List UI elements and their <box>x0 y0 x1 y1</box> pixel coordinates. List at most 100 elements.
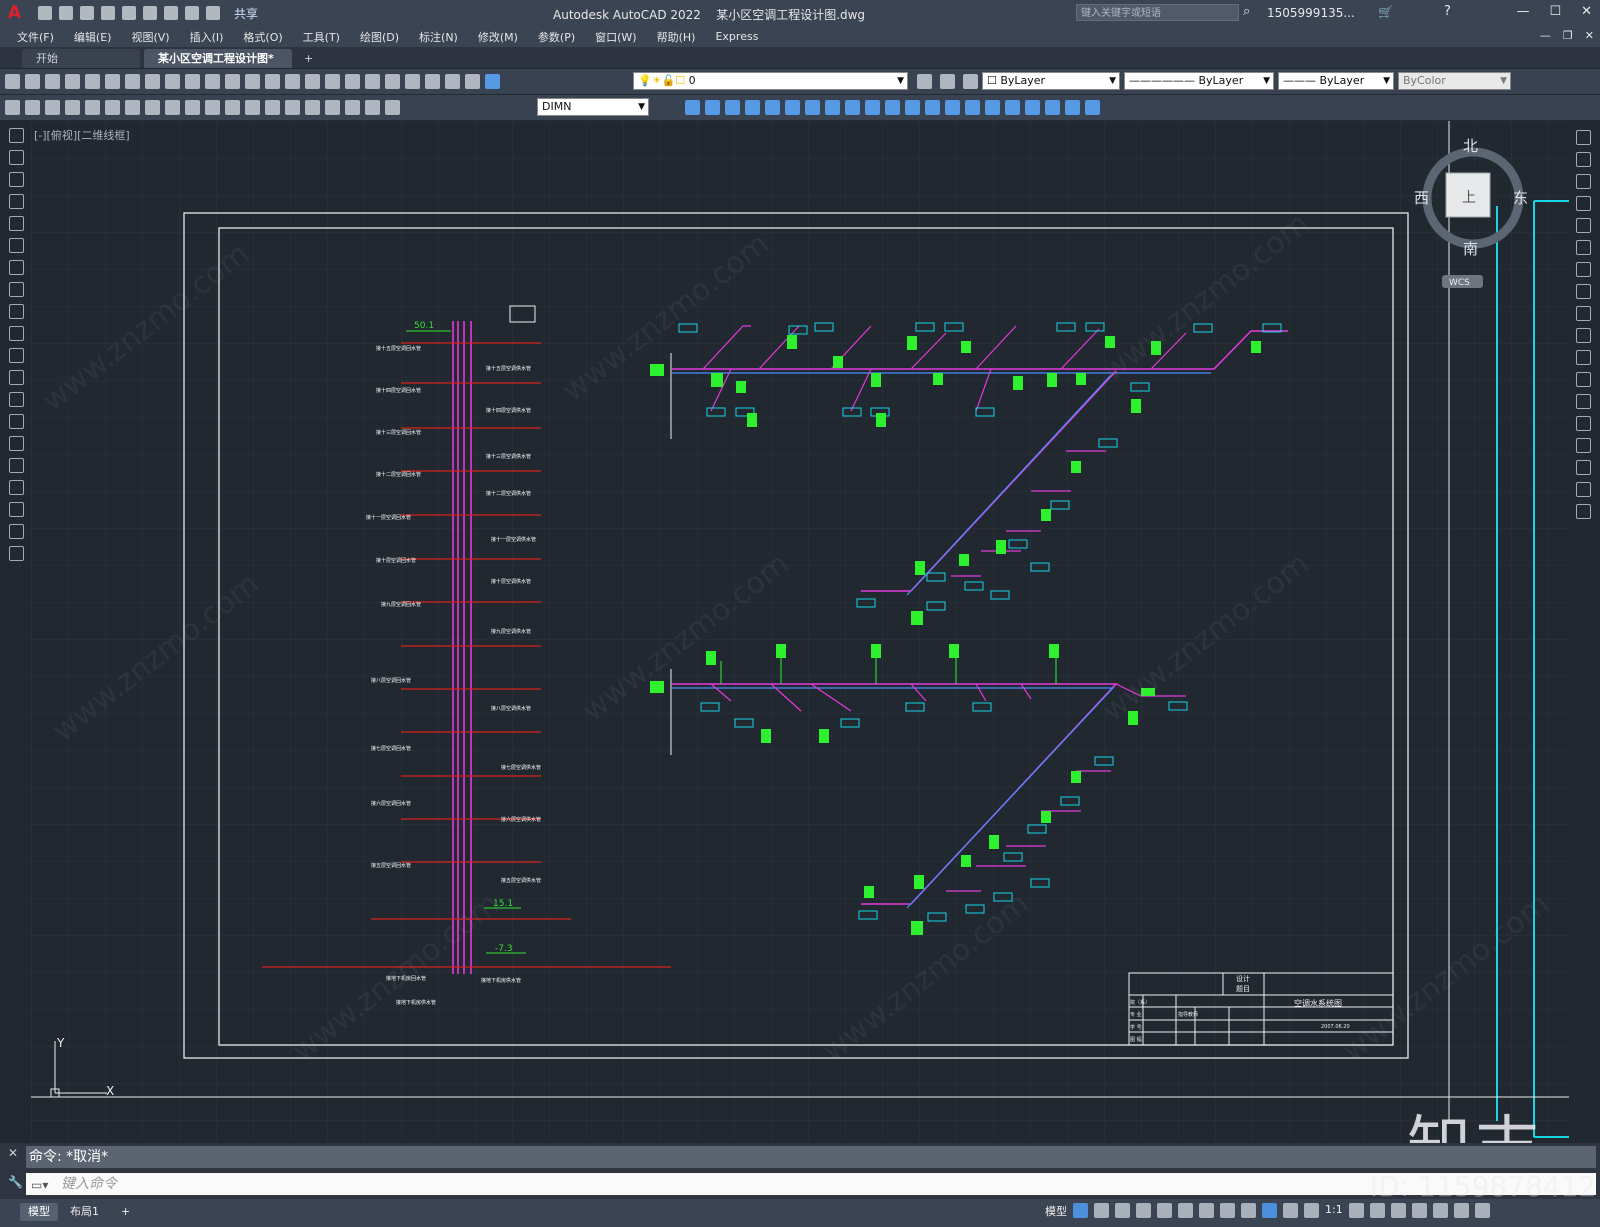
properties-icon[interactable] <box>345 74 360 89</box>
cut-icon[interactable] <box>125 74 140 89</box>
table-icon[interactable] <box>8 502 24 517</box>
command-close-icon[interactable]: ✕ <box>8 1146 18 1160</box>
polygon-icon[interactable] <box>8 194 24 209</box>
region-icon[interactable] <box>8 480 24 495</box>
quick-properties-icon[interactable] <box>1411 1203 1427 1218</box>
join-icon[interactable] <box>925 100 940 115</box>
menu-view[interactable]: 视图(V) <box>131 29 169 45</box>
menu-modify[interactable]: 修改(M) <box>478 29 518 45</box>
dim-text-edit-icon[interactable] <box>365 100 380 115</box>
line-icon[interactable] <box>8 128 24 143</box>
linetype-dropdown[interactable]: —————— ByLayer ▼ <box>1124 72 1274 90</box>
ellipse-icon[interactable] <box>8 326 24 341</box>
center-mark-icon[interactable] <box>285 100 300 115</box>
doc-minimize-icon[interactable]: — <box>1540 29 1551 42</box>
stretch-side-icon[interactable] <box>1575 306 1591 321</box>
image-clip-icon[interactable] <box>1085 100 1100 115</box>
dimstyle-dropdown[interactable]: DIMN ▼ <box>537 98 649 116</box>
viewcube-north[interactable]: 北 <box>1463 137 1478 155</box>
help-tool-icon[interactable] <box>465 74 480 89</box>
share-button[interactable]: 共享 <box>234 5 258 22</box>
dim-jogged-icon[interactable] <box>105 100 120 115</box>
rotate-icon[interactable] <box>805 100 820 115</box>
otrack-icon[interactable] <box>1178 1203 1193 1218</box>
customization-menu-icon[interactable] <box>1474 1203 1490 1218</box>
move-icon[interactable] <box>785 100 800 115</box>
add-layout-button[interactable]: + <box>113 1203 138 1221</box>
scale-icon[interactable] <box>825 100 840 115</box>
draworder-icon[interactable] <box>1005 100 1020 115</box>
mtext-icon[interactable] <box>8 524 24 539</box>
chamfer-icon[interactable] <box>945 100 960 115</box>
block-editor-icon[interactable] <box>205 74 220 89</box>
annotation-visibility-icon[interactable] <box>1262 1203 1277 1218</box>
break-icon[interactable] <box>905 100 920 115</box>
menu-insert[interactable]: 插入(I) <box>190 29 224 45</box>
add-selected-icon[interactable] <box>8 546 24 561</box>
command-input[interactable]: 键入命令 <box>26 1173 1596 1195</box>
dim-continue-icon[interactable] <box>205 100 220 115</box>
print-icon[interactable] <box>143 6 157 20</box>
hatch-icon[interactable] <box>8 436 24 451</box>
dim-radius-icon[interactable] <box>85 100 100 115</box>
break-side-icon[interactable] <box>1575 394 1591 409</box>
dim-space-icon[interactable] <box>225 100 240 115</box>
doc-close-icon[interactable]: ✕ <box>1585 29 1594 42</box>
gradient-icon[interactable] <box>8 458 24 473</box>
menu-edit[interactable]: 编辑(E) <box>74 29 112 45</box>
zoom-window-icon[interactable] <box>305 74 320 89</box>
snap-icon[interactable] <box>1094 1203 1109 1218</box>
help-icon[interactable]: ? <box>1444 4 1451 19</box>
menu-express[interactable]: Express <box>715 30 758 43</box>
annotation-scale-icon[interactable] <box>1304 1203 1319 1218</box>
circle-icon[interactable] <box>8 260 24 275</box>
erase-icon[interactable] <box>685 100 700 115</box>
dim-update-icon[interactable] <box>385 100 400 115</box>
fillet-icon[interactable] <box>965 100 980 115</box>
make-current-layer-icon[interactable] <box>917 74 932 89</box>
units-icon[interactable] <box>1390 1203 1406 1218</box>
copy-object-icon[interactable] <box>705 100 720 115</box>
menu-format[interactable]: 格式(O) <box>243 29 282 45</box>
offset-side-icon[interactable] <box>1575 196 1591 211</box>
drawing-viewport[interactable]: 50.1 15.1 -7.3 接十五层空调回水管 接十五层空调供水管 接十四层空… <box>31 121 1569 1141</box>
customize-qa-icon[interactable] <box>206 6 220 20</box>
menu-dimension[interactable]: 标注(N) <box>419 29 458 45</box>
rectangle-icon[interactable] <box>8 216 24 231</box>
new-tab-button[interactable]: + <box>296 49 321 68</box>
match-properties-icon[interactable] <box>185 74 200 89</box>
redo-tool-icon[interactable] <box>245 74 260 89</box>
move-side-icon[interactable] <box>1575 240 1591 255</box>
trim-icon[interactable] <box>865 100 880 115</box>
lineweight-icon[interactable] <box>1220 1203 1235 1218</box>
grid-icon[interactable] <box>1073 1203 1088 1218</box>
polyline-icon[interactable] <box>8 172 24 187</box>
dim-arc-icon[interactable] <box>45 100 60 115</box>
dim-baseline-icon[interactable] <box>185 100 200 115</box>
dim-linear-icon[interactable] <box>5 100 20 115</box>
osnap-icon[interactable] <box>1199 1203 1214 1218</box>
close-icon[interactable]: ✕ <box>1581 4 1592 19</box>
group-icon[interactable] <box>1025 100 1040 115</box>
isolate-objects-icon[interactable] <box>1432 1203 1448 1218</box>
ellipse-arc-icon[interactable] <box>8 348 24 363</box>
chamfer-side-icon[interactable] <box>1575 438 1591 453</box>
layer-properties-icon[interactable] <box>485 74 500 89</box>
rotate-side-icon[interactable] <box>1575 262 1591 277</box>
dim-aligned-icon[interactable] <box>25 100 40 115</box>
jogged-linear-icon[interactable] <box>325 100 340 115</box>
copy-side-icon[interactable] <box>1575 152 1591 167</box>
construction-line-icon[interactable] <box>8 150 24 165</box>
plot-icon[interactable] <box>65 74 80 89</box>
color-dropdown[interactable]: ☐ ByLayer ▼ <box>982 72 1120 90</box>
mirror-side-icon[interactable] <box>1575 174 1591 189</box>
zoom-realtime-icon[interactable] <box>285 74 300 89</box>
minimize-icon[interactable]: — <box>1516 4 1529 19</box>
make-block-icon[interactable] <box>8 392 24 407</box>
undo-tool-icon[interactable] <box>225 74 240 89</box>
design-center-icon[interactable] <box>365 74 380 89</box>
pan-icon[interactable] <box>265 74 280 89</box>
user-account[interactable]: 1505999135... <box>1267 6 1355 20</box>
xref-icon[interactable] <box>1065 100 1080 115</box>
search-input[interactable]: 键入关键字或短语 <box>1076 4 1239 21</box>
